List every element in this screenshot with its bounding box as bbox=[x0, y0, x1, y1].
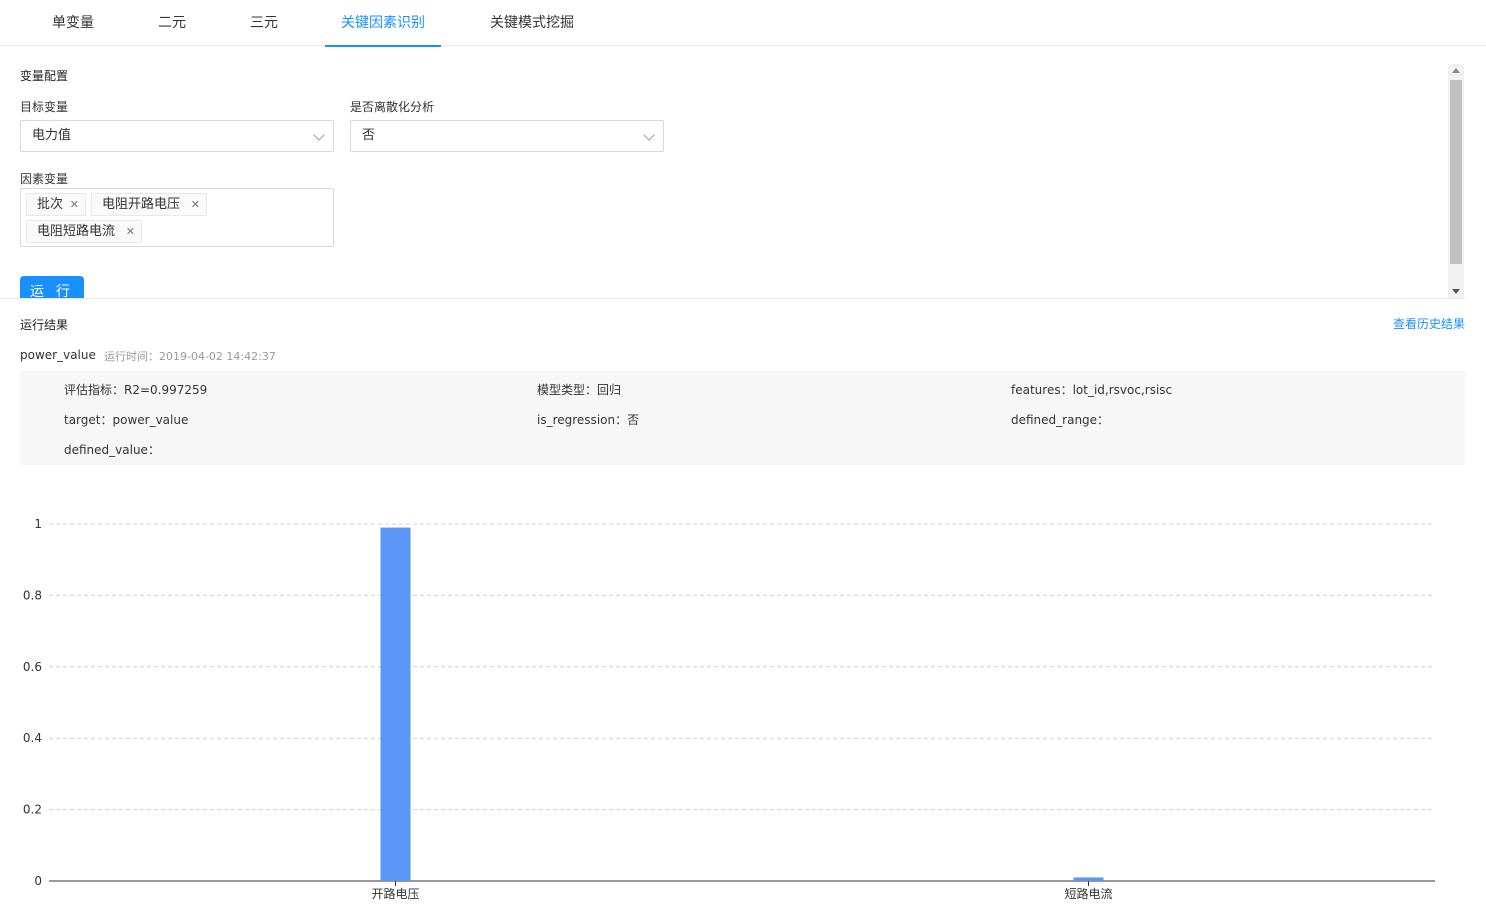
result-target-name: power_value bbox=[20, 348, 96, 362]
bar bbox=[1073, 877, 1104, 881]
scroll-down-arrow-icon[interactable] bbox=[1452, 289, 1460, 294]
discretize-select[interactable]: 否 bbox=[350, 120, 664, 152]
tab-univariate[interactable]: 单变量 bbox=[51, 0, 95, 46]
y-tick-label: 0.2 bbox=[23, 803, 42, 817]
chevron-down-icon bbox=[643, 129, 655, 141]
view-history-link[interactable]: 查看历史结果 bbox=[1393, 315, 1465, 332]
metric-is-regression: is_regression：否 bbox=[537, 413, 640, 427]
discretize-select-value: 否 bbox=[362, 128, 376, 143]
result-run-time: 运行时间：2019-04-02 14:42:37 bbox=[104, 348, 276, 364]
chevron-down-icon bbox=[313, 129, 325, 141]
discretize-label: 是否离散化分析 bbox=[350, 100, 435, 114]
tab-bar: 单变量 二元 三元 关键因素识别 关键模式挖掘 bbox=[0, 0, 1486, 47]
scroll-up-arrow-icon[interactable] bbox=[1452, 68, 1460, 73]
metric-r2: 评估指标：R2=0.997259 bbox=[64, 383, 208, 397]
y-tick-label: 0.4 bbox=[23, 731, 42, 745]
close-icon[interactable]: ✕ bbox=[126, 221, 135, 242]
y-tick-label: 0 bbox=[34, 874, 42, 888]
tab-trivariate[interactable]: 三元 bbox=[249, 0, 279, 46]
factor-tag-label: 批次 bbox=[37, 197, 64, 212]
feature-importance-chart: 0 0.2 0.4 0.6 0.8 1 开路电压 短路电流 bbox=[23, 517, 1435, 901]
bar bbox=[380, 527, 411, 881]
run-button[interactable]: 运 行 bbox=[20, 276, 84, 298]
metric-features: features：lot_id,rsvoc,rsisc bbox=[1011, 383, 1173, 397]
factors-label: 因素变量 bbox=[20, 172, 69, 186]
metric-target: target：power_value bbox=[64, 413, 189, 427]
x-tick-label: 短路电流 bbox=[1064, 886, 1112, 901]
factors-multiselect[interactable]: 批次 ✕ 电阻开路电压 ✕ 电阻短路电流 ✕ bbox=[20, 188, 334, 247]
config-scrollbar[interactable] bbox=[1448, 64, 1464, 298]
factor-tag-label: 电阻开路电压 bbox=[102, 197, 181, 212]
tab-key-pattern[interactable]: 关键模式挖掘 bbox=[489, 0, 575, 46]
scrollbar-thumb[interactable] bbox=[1450, 80, 1462, 264]
target-label: 目标变量 bbox=[20, 100, 69, 114]
metric-defined-range: defined_range： bbox=[1011, 413, 1110, 427]
y-tick-label: 0.6 bbox=[23, 660, 42, 674]
factor-tag: 电阻短路电流 ✕ bbox=[26, 220, 142, 243]
close-icon[interactable]: ✕ bbox=[191, 194, 200, 215]
factor-tag-label: 电阻短路电流 bbox=[37, 224, 116, 239]
run-time-value: 2019-04-02 14:42:37 bbox=[159, 350, 276, 363]
result-title: 运行结果 bbox=[20, 318, 69, 332]
y-tick-label: 1 bbox=[34, 517, 42, 531]
metric-defined-value: defined_value： bbox=[64, 443, 160, 457]
factor-tag: 电阻开路电压 ✕ bbox=[91, 193, 207, 216]
metric-model-type: 模型类型：回归 bbox=[537, 383, 622, 397]
config-panel: 变量配置 目标变量 电力值 是否离散化分析 否 因素变量 批次 ✕ 电阻开路电压… bbox=[0, 47, 1466, 299]
tab-key-factor[interactable]: 关键因素识别 bbox=[325, 0, 441, 47]
config-title: 变量配置 bbox=[20, 69, 69, 83]
y-tick-label: 0.8 bbox=[23, 588, 42, 602]
target-select-value: 电力值 bbox=[32, 128, 72, 143]
x-tick-label: 开路电压 bbox=[371, 886, 419, 901]
target-select[interactable]: 电力值 bbox=[20, 120, 334, 152]
close-icon[interactable]: ✕ bbox=[70, 194, 79, 215]
tab-bivariate[interactable]: 二元 bbox=[157, 0, 187, 46]
metrics-panel: 评估指标：R2=0.997259 模型类型：回归 features：lot_id… bbox=[20, 371, 1465, 465]
factor-tag: 批次 ✕ bbox=[26, 193, 86, 216]
run-time-label: 运行时间： bbox=[104, 350, 159, 363]
